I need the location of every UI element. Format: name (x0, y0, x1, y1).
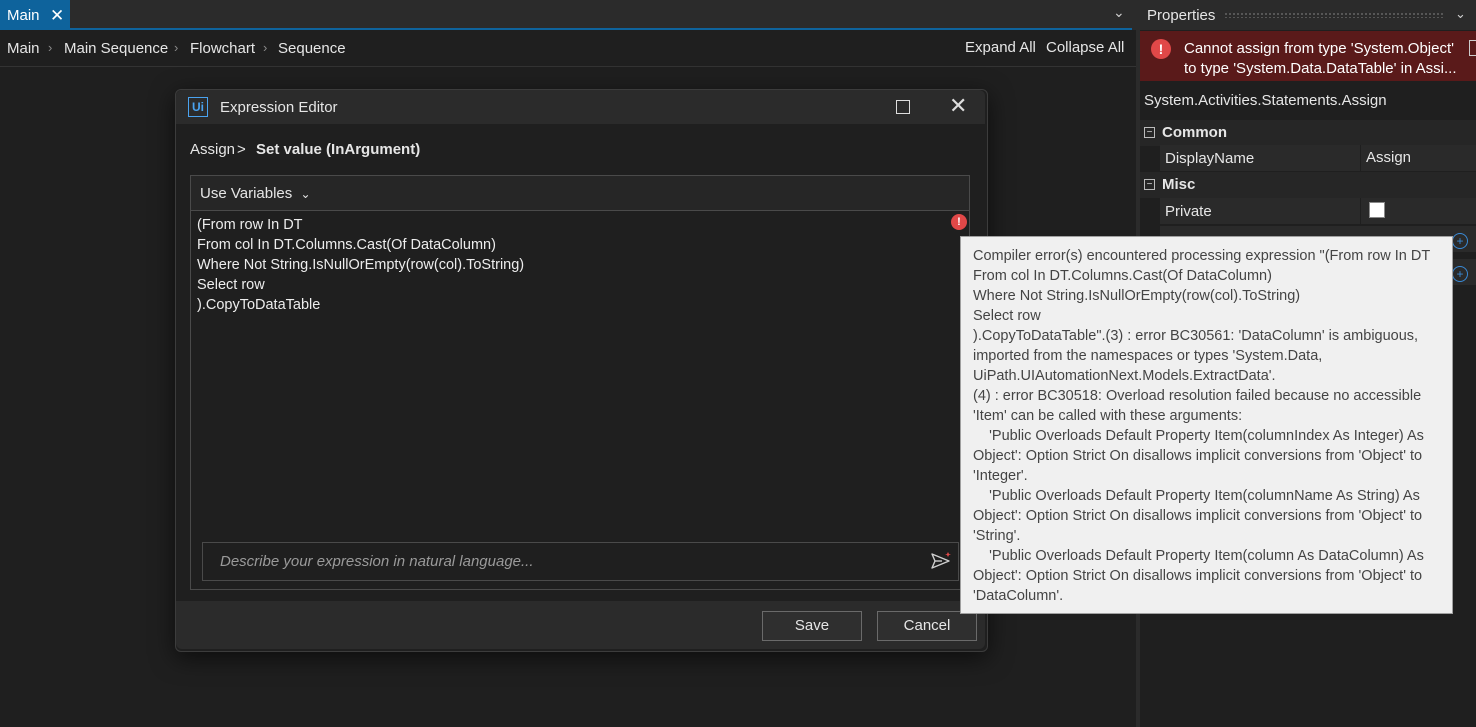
collapse-all-button[interactable]: Collapse All (1046, 39, 1124, 56)
chevron-right-icon: › (174, 40, 179, 55)
uipath-logo-icon: Ui (188, 97, 208, 117)
dialog-title: Expression Editor (220, 99, 338, 116)
tooltip-line: 'String'. (973, 528, 1021, 544)
tooltip-line: 'Item' can be called with these argument… (973, 408, 1243, 424)
expand-all-button[interactable]: Expand All (965, 39, 1036, 56)
property-name: Private (1165, 203, 1212, 220)
tooltip-line: imported from the namespaces or types 'S… (973, 348, 1323, 364)
displayname-field[interactable]: Assign (1366, 149, 1411, 166)
column-divider (1360, 145, 1361, 171)
expression-code[interactable]: (From row In DT From col In DT.Columns.C… (197, 215, 524, 315)
natural-language-input[interactable] (203, 543, 932, 580)
category-misc[interactable]: − Misc (1140, 172, 1476, 198)
tooltip-line: Object': Option Strict On disallows impl… (973, 508, 1423, 524)
save-button[interactable]: Save (762, 611, 862, 641)
collapse-icon[interactable]: − (1144, 127, 1155, 138)
tab-main[interactable]: Main ✕ (0, 0, 70, 30)
category-label: Misc (1162, 176, 1196, 193)
editor-crumb-separator: > (237, 141, 246, 158)
use-variables-dropdown[interactable]: Use Variables ⌄ (200, 185, 311, 202)
tooltip-line: 'Public Overloads Default Property Item(… (973, 428, 1424, 444)
editor-crumb-current: Set value (InArgument) (256, 141, 421, 158)
tooltip-line: 'Public Overloads Default Property Item(… (973, 548, 1424, 564)
property-row-displayname: DisplayName Assign (1160, 145, 1476, 172)
category-common[interactable]: − Common (1140, 120, 1476, 146)
close-icon[interactable]: ✕ (50, 6, 64, 26)
column-divider (1360, 198, 1361, 224)
chevron-down-icon: ⌄ (300, 187, 311, 201)
editor-crumb-parent: Assign (190, 141, 236, 158)
property-row-private: Private (1160, 198, 1476, 225)
chevron-right-icon: › (48, 40, 53, 55)
cancel-button[interactable]: Cancel (877, 611, 977, 641)
tooltip-line: ).CopyToDataTable".(3) : error BC30561: … (973, 328, 1419, 344)
error-message-line1: Cannot assign from type 'System.Object' (1184, 40, 1455, 57)
breadcrumb-item-sequence[interactable]: Sequence (278, 40, 346, 57)
tooltip-line: From col In DT.Columns.Cast(Of DataColum… (973, 268, 1272, 284)
send-icon[interactable] (930, 551, 952, 575)
maximize-icon[interactable] (896, 100, 910, 114)
breadcrumb: Main › Main Sequence › Flowchart › Seque… (0, 30, 1136, 67)
chevron-down-icon[interactable]: ⌄ (1455, 6, 1466, 22)
breadcrumb-item-main-sequence[interactable]: Main Sequence (64, 40, 168, 57)
property-name: DisplayName (1165, 150, 1255, 167)
tooltip-line: UiPath.UIAutomationNext.Models.ExtractDa… (973, 368, 1276, 384)
private-checkbox[interactable] (1369, 202, 1385, 218)
error-icon[interactable]: ! (951, 214, 967, 230)
tooltip-line: 'Integer'. (973, 468, 1028, 484)
tooltip-line: 'DataColumn'. (973, 588, 1064, 604)
tooltip-line: (4) : error BC30518: Overload resolution… (973, 388, 1422, 404)
properties-title: Properties (1147, 7, 1216, 24)
chevron-down-icon[interactable]: ⌄ (1113, 4, 1125, 21)
add-icon[interactable]: + (1452, 233, 1468, 249)
chevron-right-icon: › (263, 40, 268, 55)
drag-grip[interactable] (1224, 12, 1444, 18)
category-label: Common (1162, 124, 1227, 141)
tooltip-line: Compiler error(s) encountered processing… (973, 248, 1431, 264)
add-icon[interactable]: + (1452, 266, 1468, 282)
tooltip-line: Object': Option Strict On disallows impl… (973, 568, 1423, 584)
use-variables-label: Use Variables (200, 185, 293, 202)
tooltip-line: 'Public Overloads Default Property Item(… (973, 488, 1420, 504)
tooltip-line: Object': Option Strict On disallows impl… (973, 448, 1423, 464)
collapse-icon[interactable]: − (1144, 179, 1155, 190)
dialog-footer (176, 601, 985, 649)
error-message-line2: to type 'System.Data.DataTable' in Assi.… (1184, 60, 1457, 77)
close-icon[interactable]: ✕ (949, 93, 967, 119)
tab-main-label: Main (7, 7, 40, 24)
error-icon: ! (1151, 39, 1171, 59)
tab-bar: Main ✕ (0, 0, 1136, 30)
breadcrumb-item-main[interactable]: Main (7, 40, 40, 57)
tooltip-line: Select row (973, 308, 1041, 324)
copy-icon[interactable] (1469, 40, 1476, 56)
breadcrumb-item-flowchart[interactable]: Flowchart (190, 40, 255, 57)
compiler-error-tooltip: Compiler error(s) encountered processing… (960, 236, 1453, 614)
activity-type-name: System.Activities.Statements.Assign (1144, 92, 1387, 109)
tooltip-line: Where Not String.IsNullOrEmpty(row(col).… (973, 288, 1301, 304)
